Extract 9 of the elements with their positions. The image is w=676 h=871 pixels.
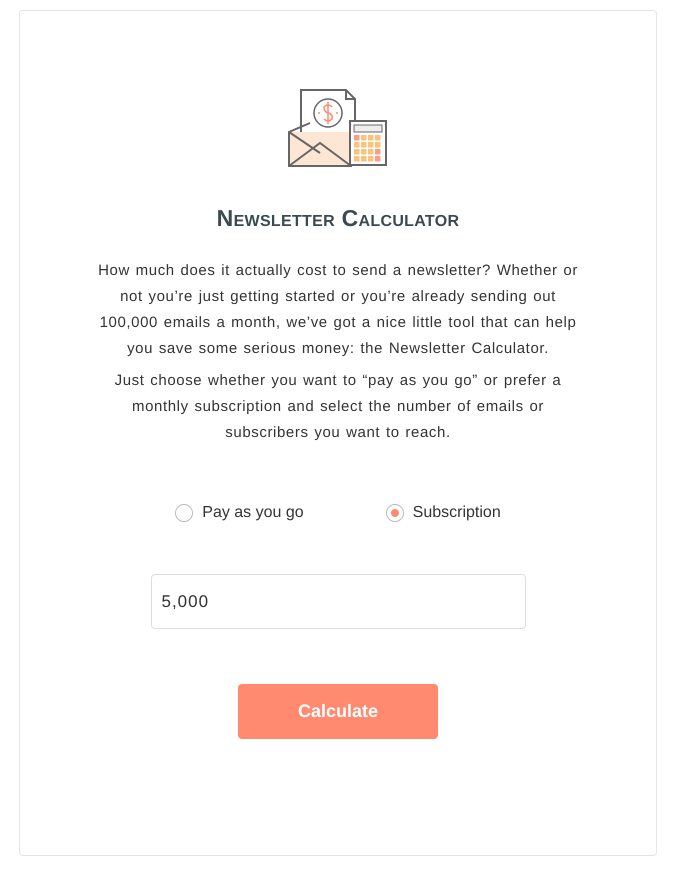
radio-button[interactable] (175, 504, 194, 522)
description-paragraph: How much does it actually cost to send a newsletter? Whether or not you’re just getting started or you’re already sending out 100,000 emails a month, we’ve got a nice little tool that can help you save some serious money: the Newsletter Calculator. (98, 261, 578, 359)
calculator-title: Newsletter Calculator (216, 205, 460, 232)
radio-button[interactable] (386, 504, 404, 522)
newsletter-calculator-icon (288, 87, 388, 167)
description-paragraph: Just choose whether you want to “pay as you go” or prefer a monthly subscription and select the number of emails or subscribers you want to reach. (114, 371, 562, 443)
amount-field[interactable]: 5,000 (150, 574, 526, 629)
pricing-option[interactable]: Subscription (386, 504, 501, 522)
pricing-option[interactable]: Pay as you go (175, 504, 304, 522)
